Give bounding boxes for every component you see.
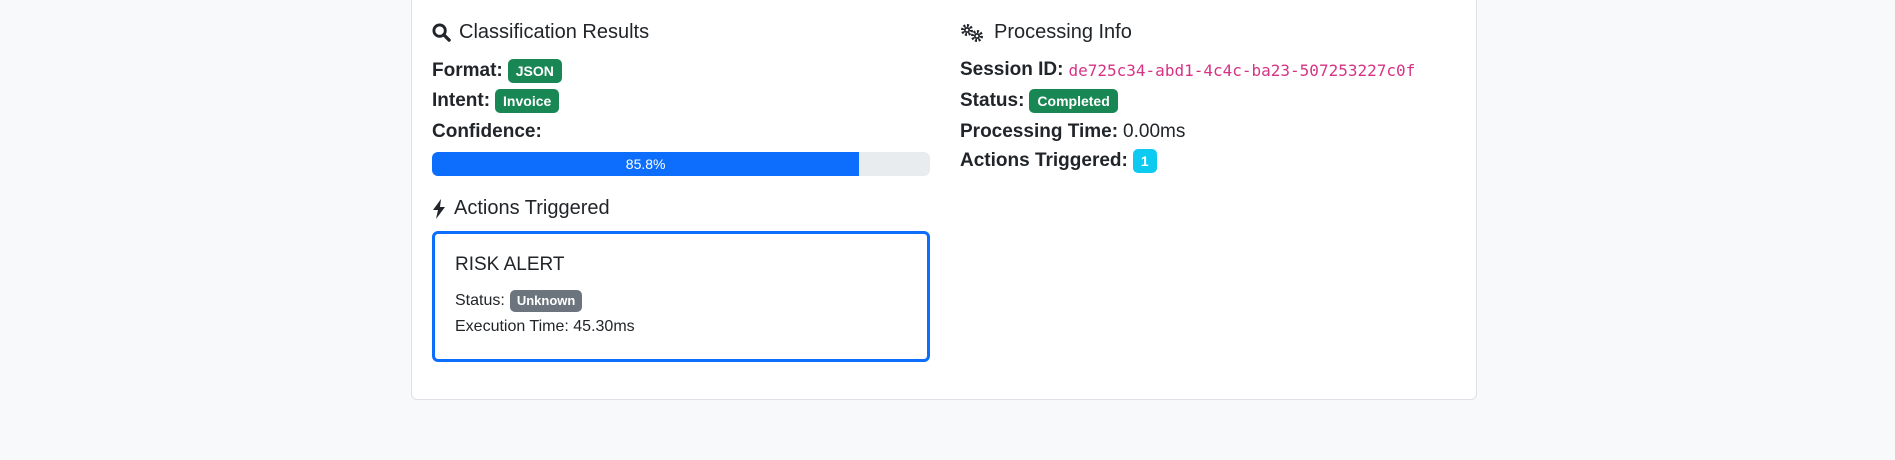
confidence-progress: 85.8% bbox=[432, 152, 930, 176]
format-label: Format: bbox=[432, 60, 503, 81]
action-card: RISK ALERT Status: Unknown Execution Tim… bbox=[432, 231, 930, 362]
actions-count-row: Actions Triggered: 1 bbox=[960, 149, 1157, 173]
classification-title: Classification Results bbox=[459, 21, 650, 43]
action-status-row: Status: Unknown bbox=[455, 290, 583, 312]
results-card: Classification Results Format: JSON Inte… bbox=[411, 0, 1477, 400]
action-status-label: Status: bbox=[455, 292, 505, 309]
processing-title: Processing Info bbox=[994, 21, 1132, 43]
intent-row: Intent: Invoice bbox=[432, 89, 560, 113]
intent-badge: Invoice bbox=[495, 89, 560, 113]
search-icon bbox=[432, 23, 451, 42]
session-label: Session ID: bbox=[960, 59, 1064, 80]
confidence-label: Confidence: bbox=[432, 121, 542, 142]
actions-count-badge: 1 bbox=[1132, 149, 1157, 173]
confidence-row: Confidence: bbox=[432, 121, 542, 143]
status-label: Status: bbox=[960, 90, 1025, 111]
processing-time-row: Processing Time: 0.00ms bbox=[960, 121, 1185, 143]
actions-heading: Actions Triggered bbox=[432, 197, 610, 220]
actions-count-label: Actions Triggered: bbox=[960, 150, 1128, 171]
processing-time-label: Processing Time: bbox=[960, 121, 1119, 142]
processing-time-value: 0.00ms bbox=[1123, 121, 1186, 142]
actions-title: Actions Triggered bbox=[454, 197, 610, 219]
bolt-icon bbox=[433, 198, 445, 219]
format-badge: JSON bbox=[507, 59, 562, 83]
action-execution-time: Execution Time: 45.30ms bbox=[455, 318, 635, 335]
intent-label: Intent: bbox=[432, 90, 491, 111]
processing-heading: Processing Info bbox=[960, 21, 1132, 44]
classification-heading: Classification Results bbox=[432, 21, 649, 44]
session-id: de725c34-abd1-4c4c-ba23-507253227c0f bbox=[1068, 60, 1416, 80]
session-row: Session ID: de725c34-abd1-4c4c-ba23-5072… bbox=[960, 59, 1415, 81]
gears-icon bbox=[961, 23, 983, 42]
status-row: Status: Completed bbox=[960, 89, 1118, 113]
action-name: RISK ALERT bbox=[455, 254, 565, 275]
confidence-progress-bar: 85.8% bbox=[432, 152, 860, 176]
status-badge: Completed bbox=[1029, 89, 1118, 113]
format-row: Format: JSON bbox=[432, 59, 562, 83]
action-status-badge: Unknown bbox=[509, 290, 583, 312]
